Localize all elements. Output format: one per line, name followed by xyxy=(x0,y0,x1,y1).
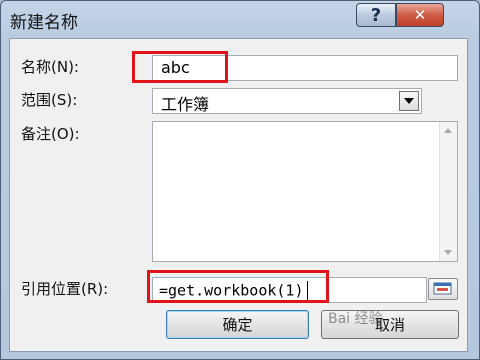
scope-value: 工作簿 xyxy=(161,95,210,114)
collapse-dialog-icon xyxy=(433,282,452,295)
scope-dropdown[interactable]: 工作簿 xyxy=(152,88,422,114)
refers-to-label: 引用位置(R): xyxy=(21,280,109,298)
help-button[interactable]: ? xyxy=(356,3,396,27)
question-mark-icon: ? xyxy=(370,4,382,26)
comment-textarea[interactable] xyxy=(152,121,458,262)
collapse-dialog-button[interactable] xyxy=(428,278,458,300)
close-button[interactable]: ✕ xyxy=(396,3,444,27)
dialog-title: 新建名称 xyxy=(10,13,78,33)
name-label: 名称(N): xyxy=(21,58,79,76)
scroll-down-icon[interactable] xyxy=(444,250,452,255)
name-highlight-box xyxy=(132,51,228,83)
scope-dropdown-button[interactable] xyxy=(399,91,419,111)
ok-button[interactable]: 确定 xyxy=(166,310,309,339)
scroll-up-icon[interactable] xyxy=(444,128,452,133)
watermark: Bai 经验 xyxy=(328,311,383,327)
ok-button-label: 确定 xyxy=(222,316,253,334)
chevron-down-icon xyxy=(404,98,414,104)
title-bar[interactable]: 新建名称 ? ✕ xyxy=(1,1,479,37)
refers-to-highlight-box xyxy=(147,270,329,303)
close-icon: ✕ xyxy=(413,6,427,24)
scope-label: 范围(S): xyxy=(21,91,78,109)
comment-label: 备注(O): xyxy=(21,125,80,143)
comment-scrollbar[interactable] xyxy=(439,122,457,261)
dialog-body: 名称(N): abc 范围(S): 工作簿 备注(O): 引用位置(R): =g… xyxy=(9,38,468,352)
